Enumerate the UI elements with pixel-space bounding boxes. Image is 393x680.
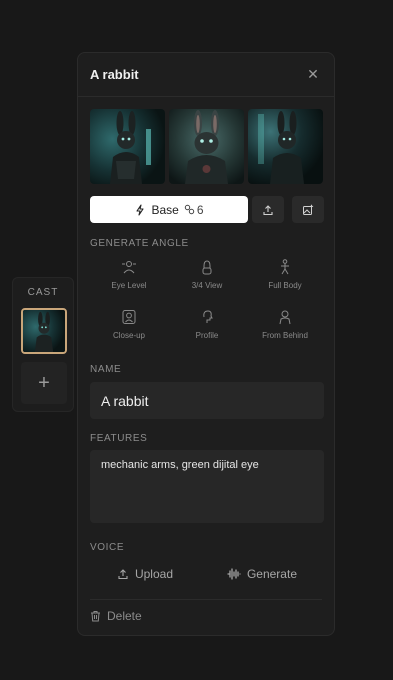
add-image-button[interactable]: [292, 196, 324, 223]
cast-member-thumbnail[interactable]: [21, 308, 67, 354]
header-divider: [78, 96, 334, 97]
character-image-2[interactable]: [169, 109, 244, 184]
image-plus-icon: [303, 204, 314, 215]
upload-icon: [263, 204, 273, 215]
voice-generate-button[interactable]: Generate: [227, 567, 297, 581]
voice-label: VOICE: [90, 542, 125, 553]
profile-icon: [203, 310, 213, 323]
angle-from-behind[interactable]: From Behind: [246, 309, 324, 347]
angle-profile[interactable]: Profile: [168, 309, 246, 347]
link-icon: [184, 204, 195, 215]
close-up-icon: [122, 310, 136, 324]
cast-title: CAST: [27, 287, 59, 298]
voice-generate-label: Generate: [246, 567, 297, 581]
panel-title: A rabbit: [90, 67, 139, 82]
angle-three-quarter[interactable]: 3/4 View: [168, 259, 246, 297]
features-field[interactable]: mechanic arms, green dijital eye: [90, 450, 324, 523]
from-behind-icon: [279, 310, 291, 325]
angle-label: Full Body: [268, 281, 302, 290]
variant-count: 6: [184, 203, 204, 217]
name-label: NAME: [90, 364, 122, 375]
angle-label: Profile: [195, 331, 219, 340]
angle-label: Close-up: [112, 331, 145, 340]
add-cast-button[interactable]: +: [21, 362, 67, 404]
trash-icon: [91, 611, 100, 622]
angle-label: 3/4 View: [191, 281, 223, 290]
angle-label: Eye Level: [111, 281, 147, 290]
voice-upload-label: Upload: [134, 567, 173, 581]
plus-icon: +: [38, 371, 50, 394]
waveform-icon: [227, 568, 241, 580]
voice-actions: Upload Generate: [90, 563, 324, 585]
eye-level-icon: [122, 261, 136, 274]
delete-label: Delete: [107, 609, 142, 623]
angle-close-up[interactable]: Close-up: [90, 309, 168, 347]
name-field[interactable]: A rabbit: [90, 382, 324, 419]
angle-eye-level[interactable]: Eye Level: [90, 259, 168, 297]
voice-upload-button[interactable]: Upload: [117, 567, 173, 581]
features-label: FEATURES: [90, 433, 148, 444]
image-gallery: [90, 109, 323, 184]
generate-angle-label: GENERATE ANGLE: [90, 238, 189, 249]
rabbit-image: [90, 109, 165, 184]
variant-count-value: 6: [196, 202, 204, 217]
delete-button[interactable]: Delete: [90, 609, 142, 623]
base-button-label: Base: [151, 202, 179, 217]
rabbit-image: [169, 109, 244, 184]
character-image-3[interactable]: [248, 109, 323, 184]
character-image-1[interactable]: [90, 109, 165, 184]
cast-rail: CAST +: [12, 277, 74, 412]
angle-full-body[interactable]: Full Body: [246, 259, 324, 297]
three-quarter-view-icon: [202, 260, 212, 275]
footer-divider: [90, 599, 322, 600]
base-button[interactable]: Base 6: [90, 196, 248, 223]
rabbit-image: [248, 109, 323, 184]
close-icon[interactable]: ✕: [306, 67, 320, 81]
full-body-icon: [281, 259, 289, 275]
lightning-icon: [136, 203, 145, 216]
angle-label: From Behind: [262, 331, 308, 340]
character-panel: A rabbit ✕ Base 6 GENERATE ANGLE Eye Lev…: [77, 52, 335, 636]
upload-image-button[interactable]: [252, 196, 284, 223]
upload-icon: [118, 569, 128, 580]
angle-options: Eye Level 3/4 View Full Body Close-up Pr…: [90, 259, 324, 347]
rabbit-image: [23, 310, 65, 352]
